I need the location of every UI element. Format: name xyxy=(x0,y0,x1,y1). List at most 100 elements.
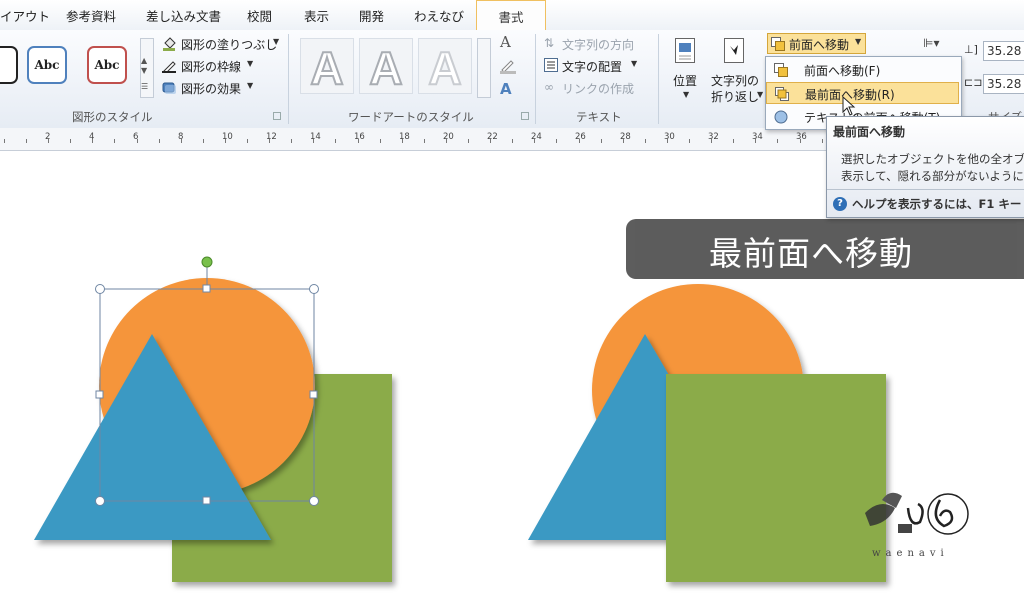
resize-handle[interactable] xyxy=(202,284,211,293)
ruler-number: 6 xyxy=(133,132,139,142)
wordart-sample-letter: A xyxy=(309,41,344,95)
green-square-right[interactable] xyxy=(666,374,886,582)
tab-layout[interactable]: イアウト xyxy=(0,6,50,25)
tab-review[interactable]: 校閲 xyxy=(247,6,272,25)
tooltip-title: 最前面へ移動 xyxy=(833,125,906,139)
wrap-text-label-1[interactable]: 文字列の xyxy=(711,72,759,89)
ruler-tick xyxy=(468,139,469,143)
watermark-text: waenavi xyxy=(872,548,949,559)
text-fill-icon[interactable]: A xyxy=(500,33,511,51)
shape-height-input[interactable]: 35.28 xyxy=(983,41,1024,61)
shape-width-input[interactable]: 35.28 xyxy=(983,74,1024,94)
tab-view[interactable]: 表示 xyxy=(304,6,329,25)
resize-handle[interactable] xyxy=(309,496,319,506)
tooltip-divider xyxy=(827,189,1024,190)
ruler-tick xyxy=(247,139,248,143)
shape-style-sample-blue[interactable]: Abc xyxy=(27,46,67,84)
bring-forward-label: 前面へ移動 xyxy=(789,38,850,52)
ruler-tick xyxy=(556,139,557,143)
ruler-number: 32 xyxy=(708,132,719,142)
wordart-sample-letter: A xyxy=(368,41,403,95)
chevron-down-icon: ▼ xyxy=(247,81,254,90)
text-direction-button[interactable]: 文字列の方向 xyxy=(562,36,634,53)
dialog-launcher-icon[interactable] xyxy=(521,112,529,120)
tab-developer[interactable]: 開発 xyxy=(359,6,384,25)
menu-item-bring-to-front[interactable]: 最前面へ移動(R) xyxy=(766,82,959,104)
pen-icon xyxy=(162,59,176,74)
mouse-cursor-icon xyxy=(842,95,856,116)
ruler-number: 30 xyxy=(664,132,675,142)
text-group-label: テキスト xyxy=(576,110,622,124)
wrap-text-label-2[interactable]: 折り返し xyxy=(711,88,759,105)
align-icon[interactable]: ⊫▾ xyxy=(923,36,939,50)
resize-handle[interactable] xyxy=(95,496,105,506)
tooltip-line-1: 選択したオブジェクトを他の全オブジェ xyxy=(841,152,1024,166)
menu-item-bring-forward[interactable]: 前面へ移動(F) xyxy=(766,59,959,81)
resize-handle[interactable] xyxy=(309,390,318,399)
chevron-down-icon: ▼ xyxy=(757,90,764,99)
width-icon: ⊏⊐ xyxy=(964,76,983,89)
height-icon: ⊥] xyxy=(964,43,978,56)
text-align-button[interactable]: 文字の配置 xyxy=(562,58,622,75)
wordart-style-sample[interactable]: A xyxy=(359,38,413,95)
ruler-number: 26 xyxy=(575,132,586,142)
shape-fill-button[interactable]: 図形の塗りつぶし xyxy=(181,36,277,53)
text-direction-icon: ⇅ xyxy=(544,36,555,50)
rotation-handle[interactable] xyxy=(201,256,213,268)
wordart-group-label: ワードアートのスタイル xyxy=(348,110,474,124)
position-button[interactable]: 位置 xyxy=(673,72,697,89)
ruler-number: 28 xyxy=(620,132,631,142)
wrap-text-icon xyxy=(724,38,746,64)
paint-bucket-icon xyxy=(162,37,176,51)
caption-banner: 最前面へ移動 xyxy=(626,219,1024,279)
shape-style-sample-red[interactable]: Abc xyxy=(87,46,127,84)
menu-item-label: 前面へ移動(F) xyxy=(804,64,881,78)
ruler-tick xyxy=(777,139,778,143)
wordart-style-sample[interactable]: A xyxy=(300,38,354,95)
scroll-up-icon: ▲ xyxy=(141,56,148,65)
bring-forward-icon xyxy=(771,37,785,51)
tooltip: 最前面へ移動 選択したオブジェクトを他の全オブジェ 表示して、隠れる部分がないよ… xyxy=(826,116,1024,218)
ruler-tick xyxy=(114,139,115,143)
ruler-tick xyxy=(424,139,425,143)
chevron-down-icon: ▼ xyxy=(631,59,638,68)
tab-references[interactable]: 参考資料 xyxy=(66,6,116,25)
tab-waenavi[interactable]: わえなび xyxy=(414,6,464,25)
shape-effects-icon xyxy=(162,81,176,95)
position-icon xyxy=(675,38,697,64)
create-link-button[interactable]: リンクの作成 xyxy=(562,80,634,97)
ruler-number: 22 xyxy=(487,132,498,142)
ruler-number: 10 xyxy=(222,132,233,142)
ruler-tick xyxy=(733,139,734,143)
ruler-tick xyxy=(159,139,160,143)
text-align-icon xyxy=(544,58,558,72)
shape-outline-button[interactable]: 図形の枠線 xyxy=(181,58,241,75)
bring-forward-icon xyxy=(774,63,788,77)
bring-to-front-icon xyxy=(775,87,789,101)
waenavi-logo xyxy=(860,478,970,548)
resize-handle[interactable] xyxy=(202,496,211,505)
text-effects-icon[interactable]: A xyxy=(500,80,512,98)
ruler-tick xyxy=(689,139,690,143)
shape-styles-group-label: 図形のスタイル xyxy=(72,110,153,124)
resize-handle[interactable] xyxy=(95,390,104,399)
shape-style-sample-dark[interactable] xyxy=(0,46,18,84)
ruler-number: 16 xyxy=(354,132,365,142)
text-outline-icon[interactable] xyxy=(500,58,516,74)
wordart-sample-letter: A xyxy=(427,41,462,95)
wordart-style-sample[interactable]: A xyxy=(418,38,472,95)
shape-effects-button[interactable]: 図形の効果 xyxy=(181,80,241,97)
resize-handle[interactable] xyxy=(309,284,319,294)
wordart-scroll[interactable] xyxy=(477,38,491,98)
chevron-down-icon: ▼ xyxy=(855,37,862,46)
dialog-launcher-icon[interactable] xyxy=(273,112,281,120)
ruler-tick xyxy=(512,139,513,143)
chevron-down-icon: ▼ xyxy=(247,59,254,68)
tab-format[interactable]: 書式 xyxy=(476,0,546,30)
ruler-tick xyxy=(4,139,5,143)
tab-mailings[interactable]: 差し込み文書 xyxy=(146,6,221,25)
ruler-tick xyxy=(70,139,71,143)
ruler-tick xyxy=(335,139,336,143)
resize-handle[interactable] xyxy=(95,284,105,294)
tooltip-line-2: 表示して、隠れる部分がないようにし xyxy=(841,169,1024,183)
